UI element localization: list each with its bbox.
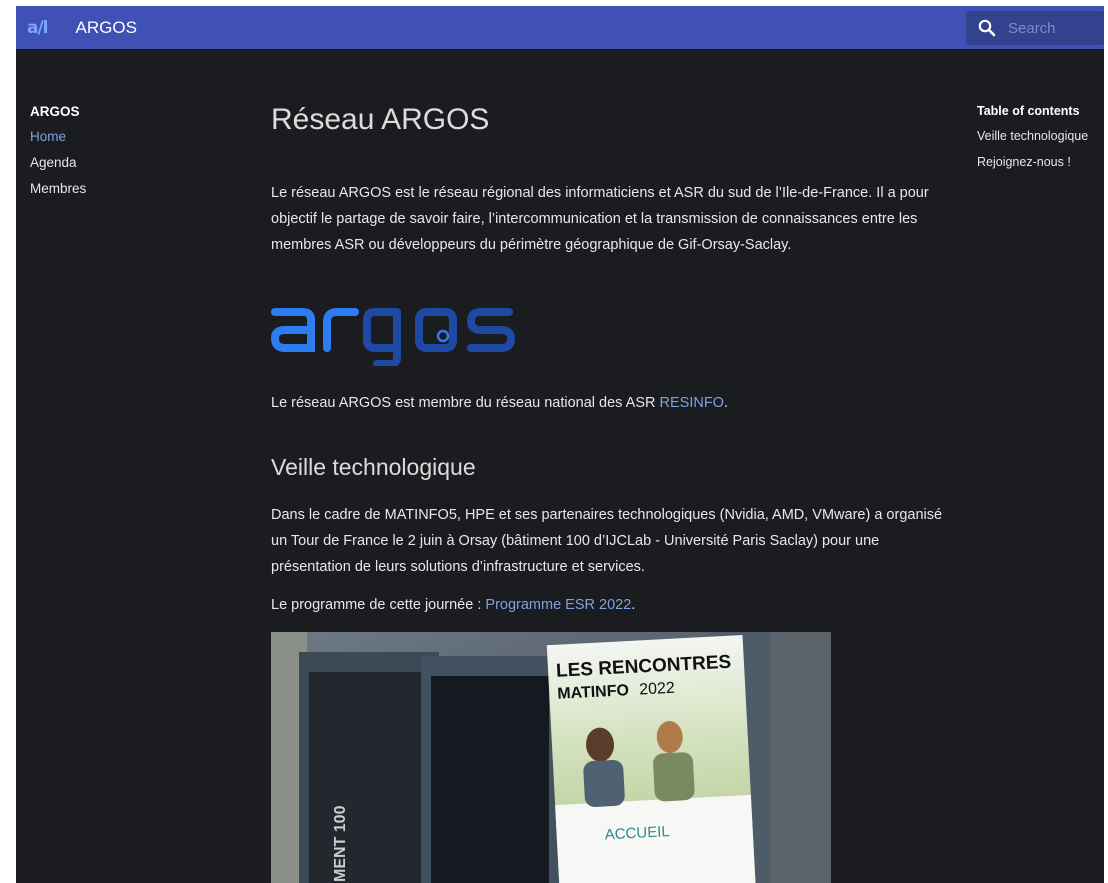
programme-paragraph: Le programme de cette journée : Programm… bbox=[271, 592, 635, 618]
section-title-veille: Veille technologique bbox=[271, 454, 476, 480]
veille-paragraph: Dans le cadre de MATINFO5, HPE et ses pa… bbox=[271, 507, 943, 575]
page-title: Réseau ARGOS bbox=[271, 103, 490, 136]
member-suffix: . bbox=[723, 395, 728, 411]
programme-link[interactable]: Programme ESR 2022 bbox=[485, 597, 631, 613]
programme-text: Le programme de cette journée : bbox=[271, 597, 486, 613]
intro-paragraph: Le réseau ARGOS est le réseau régional d… bbox=[271, 185, 929, 253]
site-title[interactable]: ARGOS bbox=[76, 18, 137, 38]
sidebar-title: ARGOS bbox=[30, 104, 80, 119]
sidebar-nav: ARGOS Home Agenda Membres bbox=[30, 104, 86, 202]
programme-suffix: . bbox=[631, 597, 636, 613]
toc-title: Table of contents bbox=[977, 104, 1080, 118]
main-content: Réseau ARGOS Le réseau ARGOS est le rése… bbox=[270, 102, 951, 613]
building-sign: MENT 100 bbox=[332, 805, 349, 882]
argos-logo-image bbox=[270, 308, 516, 366]
sidebar-item-agenda[interactable]: Agenda bbox=[30, 150, 86, 176]
sidebar-item-home[interactable]: Home bbox=[30, 124, 86, 150]
search-input[interactable] bbox=[1006, 18, 1100, 38]
page-frame: a/l ARGOS ARGOS Home Agenda Membres Tabl… bbox=[16, 6, 1104, 883]
top-navbar: a/l ARGOS bbox=[16, 6, 1104, 49]
event-photo-drawing: MENT 100 LES RENCONTRES MATINFO 2022 ACC… bbox=[271, 632, 831, 883]
search-box[interactable] bbox=[966, 11, 1104, 45]
poster-accueil: ACCUEIL bbox=[604, 823, 670, 843]
resinfo-link[interactable]: RESINFO bbox=[660, 395, 724, 411]
toc-item-rejoignez[interactable]: Rejoignez-nous ! bbox=[977, 149, 1088, 175]
search-icon bbox=[978, 19, 996, 37]
table-of-contents: Table of contents Veille technologique R… bbox=[977, 104, 1088, 175]
poster-year: 2022 bbox=[639, 680, 676, 699]
event-photo: MENT 100 LES RENCONTRES MATINFO 2022 ACC… bbox=[271, 632, 831, 883]
member-text: Le réseau ARGOS est membre du réseau nat… bbox=[271, 395, 660, 411]
sidebar-item-membres[interactable]: Membres bbox=[30, 176, 86, 202]
site-logo[interactable]: a/l bbox=[27, 18, 48, 38]
toc-item-veille[interactable]: Veille technologique bbox=[977, 123, 1088, 149]
member-paragraph: Le réseau ARGOS est membre du réseau nat… bbox=[271, 390, 728, 416]
